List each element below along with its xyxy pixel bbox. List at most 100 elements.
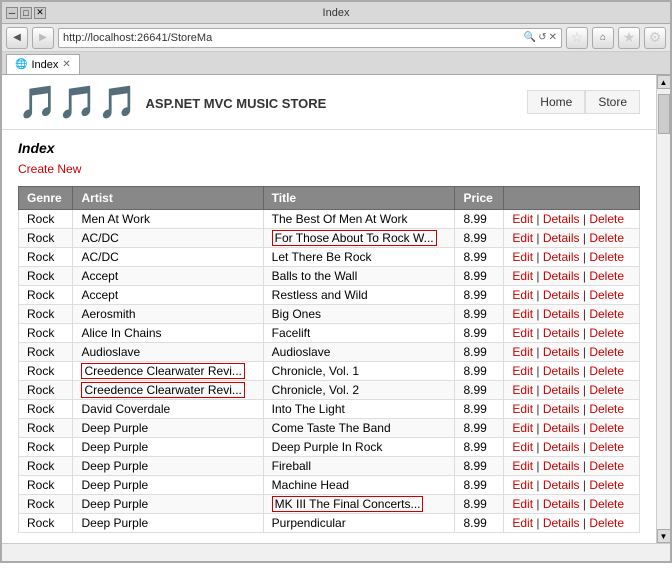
edit-link[interactable]: Edit — [512, 478, 533, 492]
edit-link[interactable]: Edit — [512, 459, 533, 473]
status-bar — [2, 543, 670, 561]
edit-link[interactable]: Edit — [512, 402, 533, 416]
delete-link[interactable]: Delete — [589, 402, 624, 416]
separator-2: | — [580, 402, 590, 416]
details-link[interactable]: Details — [543, 231, 580, 245]
tools-button[interactable]: ⚙ — [644, 27, 666, 49]
delete-link[interactable]: Delete — [589, 497, 624, 511]
artist-cell: Accept — [73, 267, 263, 286]
delete-link[interactable]: Delete — [589, 269, 624, 283]
delete-link[interactable]: Delete — [589, 250, 624, 264]
delete-link[interactable]: Delete — [589, 307, 624, 321]
home-nav-button[interactable]: Home — [527, 90, 585, 114]
edit-link[interactable]: Edit — [512, 516, 533, 530]
maximize-button[interactable]: □ — [20, 7, 32, 19]
delete-link[interactable]: Delete — [589, 478, 624, 492]
edit-link[interactable]: Edit — [512, 345, 533, 359]
home-icon[interactable]: ⌂ — [592, 27, 614, 49]
details-link[interactable]: Details — [543, 250, 580, 264]
separator-1: | — [533, 288, 543, 302]
scroll-up-button[interactable]: ▲ — [657, 75, 671, 89]
store-nav-button[interactable]: Store — [585, 90, 640, 114]
edit-link[interactable]: Edit — [512, 497, 533, 511]
details-link[interactable]: Details — [543, 326, 580, 340]
details-link[interactable]: Details — [543, 307, 580, 321]
edit-link[interactable]: Edit — [512, 250, 533, 264]
delete-link[interactable]: Delete — [589, 440, 624, 454]
edit-link[interactable]: Edit — [512, 421, 533, 435]
details-link[interactable]: Details — [543, 497, 580, 511]
artist-cell: Alice In Chains — [73, 324, 263, 343]
actions-cell: Edit | Details | Delete — [504, 438, 640, 457]
details-link[interactable]: Details — [543, 421, 580, 435]
delete-link[interactable]: Delete — [589, 288, 624, 302]
albums-table: Genre Artist Title Price RockMen At Work… — [18, 186, 640, 533]
details-link[interactable]: Details — [543, 440, 580, 454]
genre-cell: Rock — [19, 248, 73, 267]
details-link[interactable]: Details — [543, 516, 580, 530]
edit-link[interactable]: Edit — [512, 231, 533, 245]
artist-cell: Deep Purple — [73, 419, 263, 438]
details-link[interactable]: Details — [543, 402, 580, 416]
tab-close-button[interactable]: ✕ — [62, 59, 70, 70]
separator-2: | — [580, 288, 590, 302]
edit-link[interactable]: Edit — [512, 307, 533, 321]
delete-link[interactable]: Delete — [589, 459, 624, 473]
table-row: RockDavid CoverdaleInto The Light8.99Edi… — [19, 400, 640, 419]
back-button[interactable]: ◀ — [6, 27, 28, 49]
delete-link[interactable]: Delete — [589, 383, 624, 397]
title-cell: Balls to the Wall — [263, 267, 455, 286]
edit-link[interactable]: Edit — [512, 364, 533, 378]
scroll-down-button[interactable]: ▼ — [657, 529, 671, 543]
genre-cell: Rock — [19, 419, 73, 438]
table-row: RockAerosmithBig Ones8.99Edit | Details … — [19, 305, 640, 324]
star-button[interactable]: ☆ — [566, 27, 588, 49]
delete-link[interactable]: Delete — [589, 345, 624, 359]
title-bar-title: Index — [323, 7, 350, 19]
delete-link[interactable]: Delete — [589, 326, 624, 340]
main-content: Index Create New Genre Artist Title Pric… — [2, 130, 656, 543]
delete-link[interactable]: Delete — [589, 364, 624, 378]
details-link[interactable]: Details — [543, 269, 580, 283]
details-link[interactable]: Details — [543, 345, 580, 359]
details-link[interactable]: Details — [543, 383, 580, 397]
minimize-button[interactable]: ─ — [6, 7, 18, 19]
details-link[interactable]: Details — [543, 288, 580, 302]
delete-link[interactable]: Delete — [589, 516, 624, 530]
favorites-button[interactable]: ★ — [618, 27, 640, 49]
scrollbar[interactable]: ▲ ▼ — [656, 75, 670, 543]
actions-cell: Edit | Details | Delete — [504, 324, 640, 343]
delete-link[interactable]: Delete — [589, 212, 624, 226]
genre-cell: Rock — [19, 476, 73, 495]
edit-link[interactable]: Edit — [512, 383, 533, 397]
details-link[interactable]: Details — [543, 478, 580, 492]
separator-1: | — [533, 269, 543, 283]
separator-2: | — [580, 231, 590, 245]
edit-link[interactable]: Edit — [512, 440, 533, 454]
scroll-track[interactable] — [657, 89, 671, 529]
details-link[interactable]: Details — [543, 364, 580, 378]
search-icon[interactable]: 🔍 — [524, 32, 536, 43]
edit-link[interactable]: Edit — [512, 269, 533, 283]
actions-cell: Edit | Details | Delete — [504, 305, 640, 324]
close-addr-icon[interactable]: ✕ — [549, 32, 557, 43]
edit-link[interactable]: Edit — [512, 212, 533, 226]
genre-cell: Rock — [19, 362, 73, 381]
forward-button[interactable]: ▶ — [32, 27, 54, 49]
address-bar[interactable]: http://localhost:26641/StoreMa 🔍 ↺ ✕ — [58, 28, 562, 48]
close-button[interactable]: ✕ — [34, 7, 46, 19]
details-link[interactable]: Details — [543, 459, 580, 473]
refresh-icon[interactable]: ↺ — [538, 32, 546, 43]
edit-link[interactable]: Edit — [512, 288, 533, 302]
edit-link[interactable]: Edit — [512, 326, 533, 340]
artist-cell: Deep Purple — [73, 514, 263, 533]
active-tab[interactable]: 🌐 Index ✕ — [6, 54, 80, 74]
genre-cell: Rock — [19, 495, 73, 514]
create-new-link[interactable]: Create New — [18, 162, 640, 176]
title-cell: Audioslave — [263, 343, 455, 362]
scroll-thumb[interactable] — [658, 94, 670, 134]
delete-link[interactable]: Delete — [589, 231, 624, 245]
delete-link[interactable]: Delete — [589, 421, 624, 435]
table-row: RockMen At WorkThe Best Of Men At Work8.… — [19, 210, 640, 229]
details-link[interactable]: Details — [543, 212, 580, 226]
